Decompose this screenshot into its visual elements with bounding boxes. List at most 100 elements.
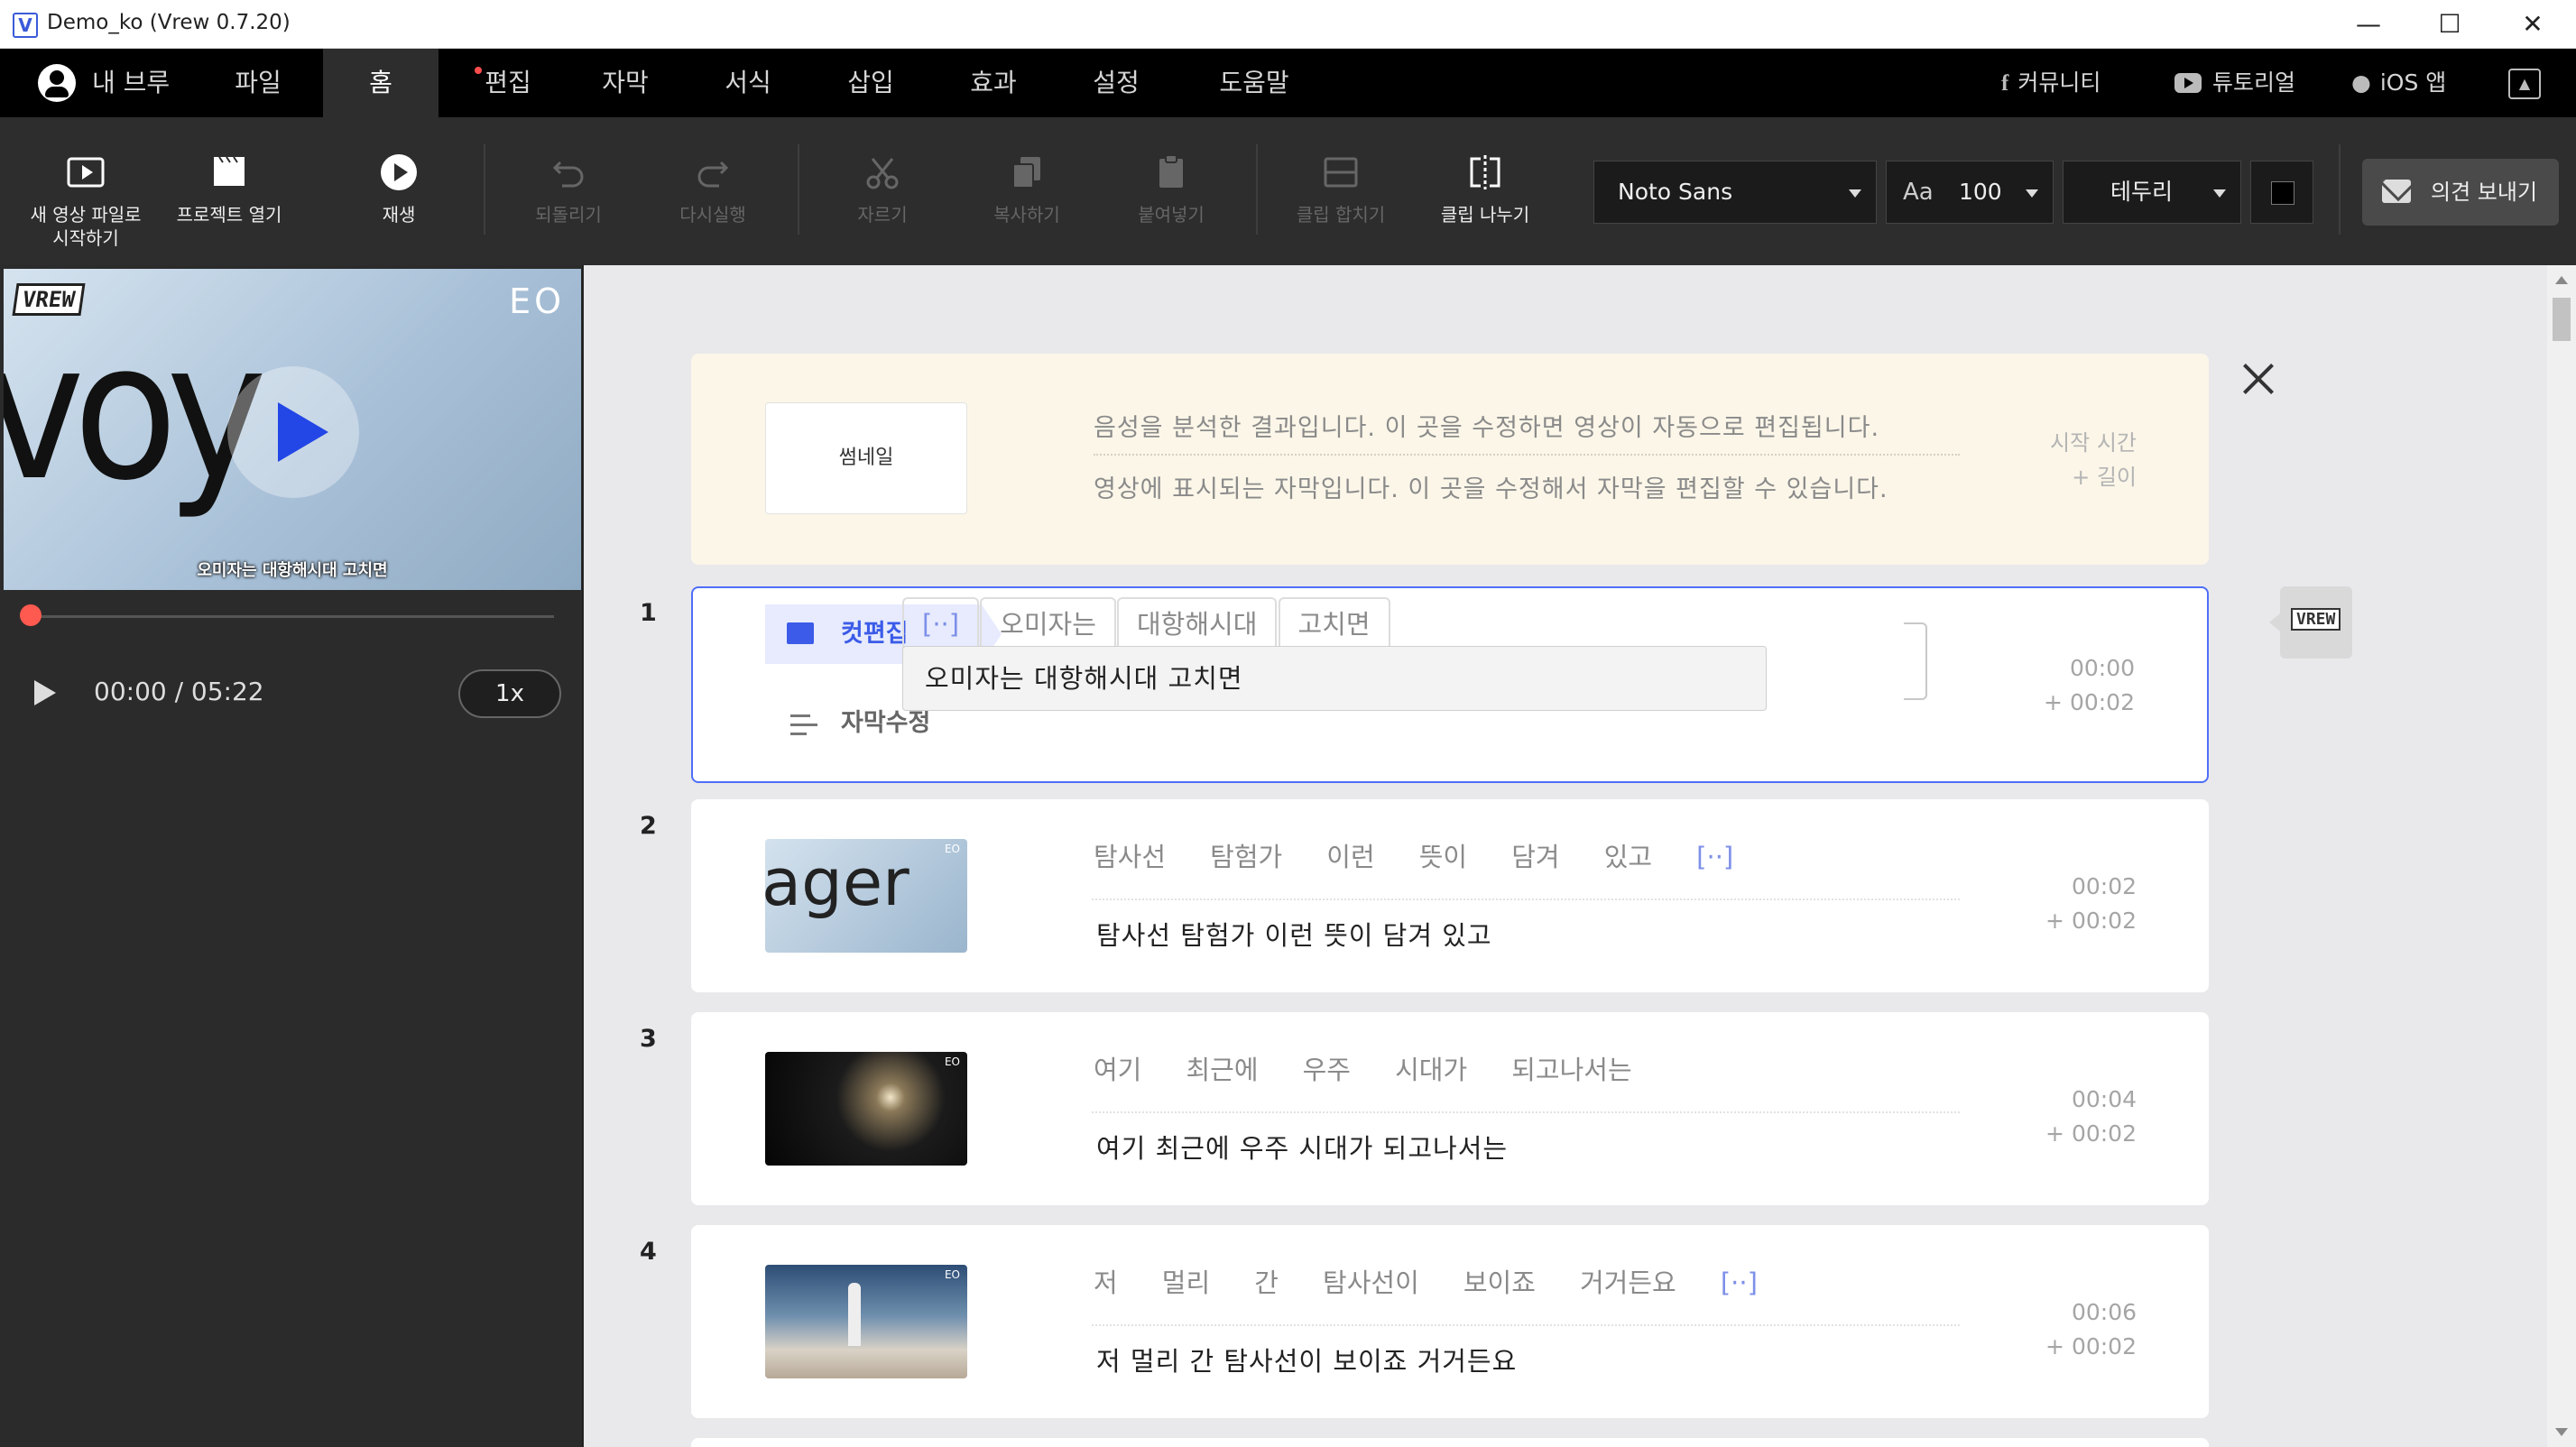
feedback-button[interactable]: 의견 보내기 [2362, 159, 2559, 226]
clip-subtitle[interactable]: 여기 최근에 우주 시대가 되고나서는 [1096, 1128, 1508, 1166]
word-chip-silence[interactable]: [··] [1701, 1258, 1777, 1308]
profile-label: 내 브루 [92, 68, 171, 97]
menu-help[interactable]: 도움말 [1193, 49, 1316, 117]
new-video-button[interactable]: 새 영상 파일로 시작하기 [18, 117, 153, 265]
video-play-overlay-button[interactable] [227, 366, 359, 498]
player-play-icon[interactable] [34, 680, 56, 705]
redo-label: 다시실행 [679, 204, 746, 226]
clip-row[interactable]: EO 저 멀리 간 탐사선이 보이죠 거거든요 [··] 저 멀리 간 탐사선이… [691, 1225, 2209, 1418]
split-clip-button[interactable]: 클립 나누기 [1422, 117, 1548, 265]
clapperboard-icon [166, 150, 292, 195]
clip-subtitle[interactable]: 저 멀리 간 탐사선이 보이죠 거거든요 [1096, 1341, 1517, 1378]
font-select-value: Noto Sans [1618, 179, 1733, 205]
cut-button[interactable]: 자르기 [819, 117, 946, 265]
scroll-down-arrow[interactable] [2555, 1428, 2568, 1436]
scroll-thumb[interactable] [2553, 298, 2571, 341]
word-chip[interactable]: 탐사선이 [1303, 1258, 1439, 1308]
clip-start-time: 00:04 [2071, 1086, 2137, 1112]
menu-edit[interactable]: 편집 [460, 49, 556, 117]
undo-button[interactable]: 되돌리기 [505, 117, 632, 265]
time-display: 00:00 / 05:22 [94, 677, 264, 706]
seek-bar[interactable] [27, 615, 554, 618]
clip-subtitle[interactable]: 탐사선 탐험가 이런 뜻이 담겨 있고 [1096, 915, 1492, 953]
play-button[interactable]: 재생 [337, 117, 460, 265]
word-chip[interactable]: 우주 [1283, 1045, 1371, 1095]
seek-handle[interactable] [20, 604, 42, 626]
minimize-button[interactable]: — [2328, 0, 2409, 49]
title-bar: V Demo_ko (Vrew 0.7.20) — ☐ ✕ [0, 0, 2576, 49]
collapse-toolbar-button[interactable]: ▲ [2508, 69, 2541, 99]
apple-icon: ● [2351, 69, 2371, 96]
maximize-button[interactable]: ☐ [2409, 0, 2490, 49]
text-color-picker[interactable] [2250, 161, 2313, 224]
word-chip[interactable]: 대항해시대 [1117, 597, 1278, 651]
menu-format[interactable]: 서식 [700, 49, 796, 117]
close-window-button[interactable]: ✕ [2492, 0, 2573, 49]
scrollbar[interactable] [2547, 265, 2576, 1447]
menu-effects[interactable]: 효과 [946, 49, 1041, 117]
scroll-up-arrow[interactable] [2555, 276, 2568, 284]
word-chip[interactable]: 최근에 [1166, 1045, 1278, 1095]
community-link[interactable]: f 커뮤니티 [2001, 49, 2101, 117]
menu-insert[interactable]: 삽입 [823, 49, 919, 117]
word-chip[interactable]: 있고 [1584, 832, 1672, 882]
video-file-icon [18, 150, 153, 195]
clipboard-icon [1108, 150, 1234, 195]
clip-thumbnail[interactable]: EO [765, 1265, 967, 1378]
redo-button[interactable]: 다시실행 [650, 117, 776, 265]
word-chip[interactable]: 간 [1234, 1258, 1298, 1308]
word-chip[interactable]: 탐험가 [1190, 832, 1302, 882]
word-chip[interactable]: 보이죠 [1444, 1258, 1556, 1308]
word-chip[interactable]: 오미자는 [980, 597, 1116, 651]
row-divider [1092, 899, 1960, 900]
menu-settings[interactable]: 설정 [1068, 49, 1164, 117]
clip-row[interactable]: ager EO 탐사선 탐험가 이런 뜻이 담겨 있고 [··] 탐사선 탐험가… [691, 799, 2209, 992]
border-style-select[interactable]: 테두리 [2063, 161, 2241, 224]
copy-button[interactable]: 복사하기 [964, 117, 1090, 265]
subtitle-input[interactable]: 오미자는 대항해시대 고치면 [902, 646, 1767, 711]
font-size-select[interactable]: Aa 100 [1886, 161, 2054, 224]
video-preview[interactable]: voy VREW EO 오미자는 대항해시대 고치면 [4, 269, 581, 590]
word-chip[interactable]: 뜻이 [1399, 832, 1487, 882]
word-chip[interactable]: 담겨 [1491, 832, 1579, 882]
menu-subtitle[interactable]: 자막 [577, 49, 673, 117]
clip-thumbnail[interactable]: ager EO [765, 839, 967, 953]
word-chip[interactable]: 탐사선 [1074, 832, 1186, 882]
close-icon[interactable] [2240, 361, 2276, 397]
guide-subtitle-text: 영상에 표시되는 자막입니다. 이 곳을 수정해서 자막을 편집할 수 있습니다… [1094, 475, 1888, 503]
playback-speed-button[interactable]: 1x [458, 669, 561, 718]
word-chips: 저 멀리 간 탐사선이 보이죠 거거든요 [··] [1074, 1258, 1777, 1312]
profile-menu[interactable]: 내 브루 [29, 49, 182, 117]
menu-file[interactable]: 파일 [215, 49, 301, 117]
word-chip-silence[interactable]: [··] [902, 597, 980, 651]
menu-home[interactable]: 홈 [323, 49, 439, 117]
menu-bar: 내 브루 파일 홈 편집 자막 서식 삽입 효과 설정 도움말 f 커뮤니티 튜토… [0, 49, 2576, 117]
open-project-label: 프로젝트 열기 [176, 204, 282, 226]
word-chip[interactable]: 시대가 [1375, 1045, 1487, 1095]
color-swatch [2271, 181, 2294, 205]
font-select[interactable]: Noto Sans [1593, 161, 1877, 224]
cut-label: 자르기 [857, 204, 908, 226]
clip-row[interactable]: EO 여기 최근에 우주 시대가 되고나서는 여기 최근에 우주 시대가 되고나… [691, 1012, 2209, 1205]
notification-dot [475, 67, 482, 74]
clip-row-active[interactable]: 컷편집 자막수정 [··] 오미자는 대항해시대 고치면 오미자는 대항해시대 … [691, 586, 2209, 783]
word-chip[interactable]: 되고나서는 [1491, 1045, 1651, 1095]
app-icon: V [13, 13, 38, 38]
word-chip[interactable]: 여기 [1074, 1045, 1161, 1095]
word-chip-silence[interactable]: [··] [1676, 832, 1753, 882]
word-chip[interactable]: 저 [1074, 1258, 1138, 1308]
merge-clip-button[interactable]: 클립 합치기 [1278, 117, 1404, 265]
clip-row-partial[interactable] [691, 1438, 2209, 1447]
ios-app-label: iOS 앱 [2379, 69, 2447, 96]
paste-button[interactable]: 붙여넣기 [1108, 117, 1234, 265]
ios-app-link[interactable]: ● iOS 앱 [2351, 49, 2446, 117]
open-project-button[interactable]: 프로젝트 열기 [166, 117, 292, 265]
clip-start-time: 00:02 [2071, 873, 2137, 899]
word-chip[interactable]: 멀리 [1142, 1258, 1230, 1308]
tutorial-link[interactable]: 튜토리얼 [2174, 49, 2295, 117]
word-chip[interactable]: 고치면 [1278, 597, 1390, 651]
split-icon [1422, 150, 1548, 195]
clip-thumbnail[interactable]: EO [765, 1052, 967, 1166]
word-chip[interactable]: 이런 [1306, 832, 1394, 882]
word-chip[interactable]: 거거든요 [1560, 1258, 1696, 1308]
